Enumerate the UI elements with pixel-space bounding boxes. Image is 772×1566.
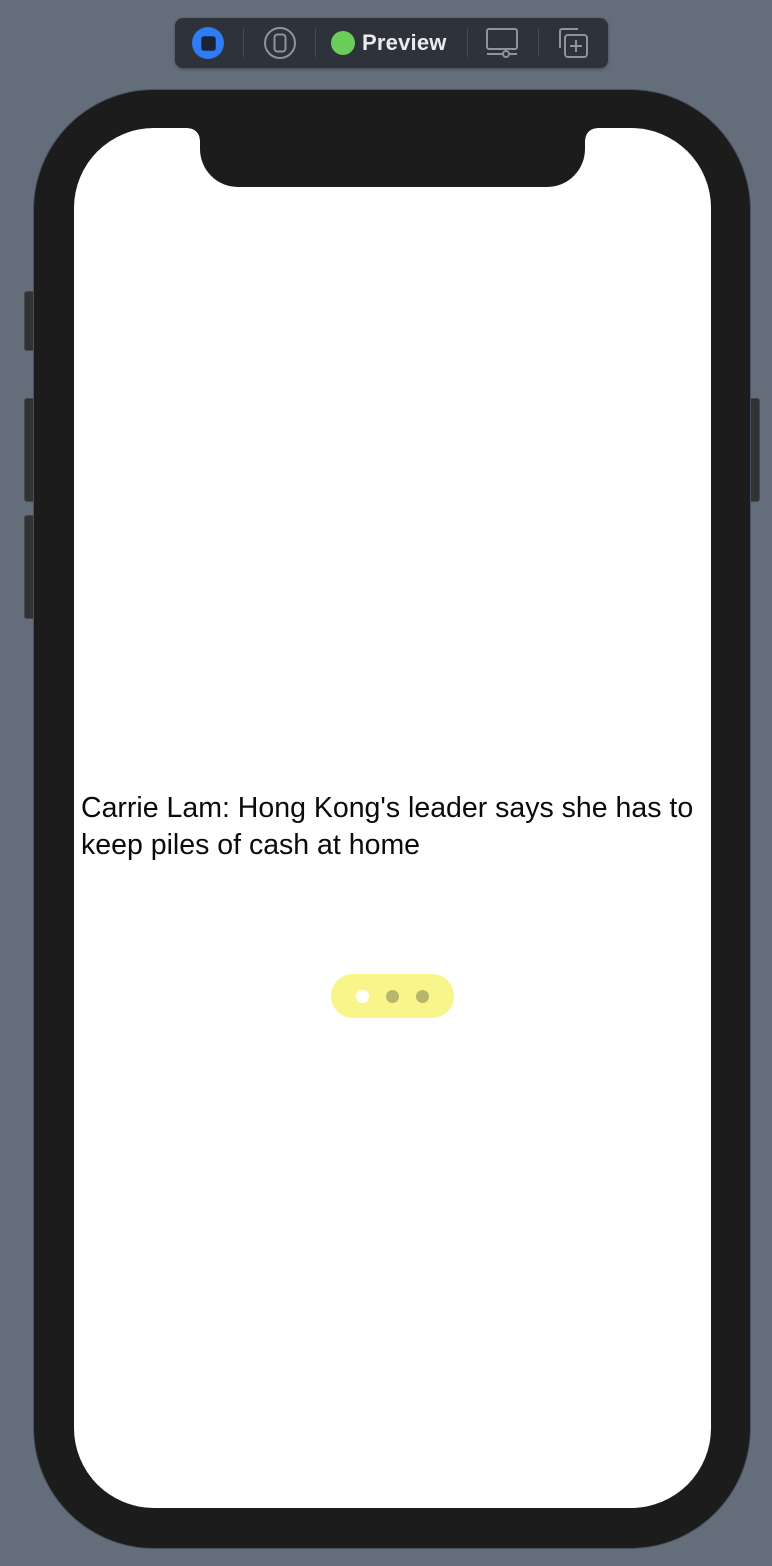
iphone-frame: Carrie Lam: Hong Kong's leader says she …	[34, 90, 750, 1548]
duplicate-preview-icon	[559, 28, 588, 58]
toolbar-divider	[538, 29, 539, 57]
green-status-dot-icon	[331, 31, 355, 55]
toolbar-divider	[243, 29, 244, 57]
page-indicator[interactable]	[331, 974, 454, 1018]
notch	[188, 128, 597, 187]
preview-toolbar: Preview	[175, 18, 608, 68]
page-dot[interactable]	[416, 989, 429, 1003]
preview-canvas: Preview Carrie Lam: Hong Kong's leader s…	[0, 0, 772, 1566]
stop-square-icon	[192, 27, 224, 59]
device-preview-button[interactable]	[263, 27, 297, 59]
toolbar-divider	[315, 29, 316, 57]
device-settings-icon	[486, 28, 518, 58]
device-settings-button[interactable]	[484, 27, 520, 59]
duplicate-preview-button[interactable]	[555, 27, 591, 59]
toolbar-divider	[467, 29, 468, 57]
device-phone-icon	[264, 27, 296, 59]
preview-mode-button[interactable]: Preview	[331, 27, 451, 59]
live-preview-button[interactable]	[192, 27, 224, 59]
article-headline: Carrie Lam: Hong Kong's leader says she …	[81, 792, 694, 861]
page-dot[interactable]	[386, 989, 399, 1003]
preview-label: Preview	[362, 30, 447, 55]
page-dot[interactable]	[356, 989, 369, 1003]
device-screen: Carrie Lam: Hong Kong's leader says she …	[74, 128, 711, 1508]
